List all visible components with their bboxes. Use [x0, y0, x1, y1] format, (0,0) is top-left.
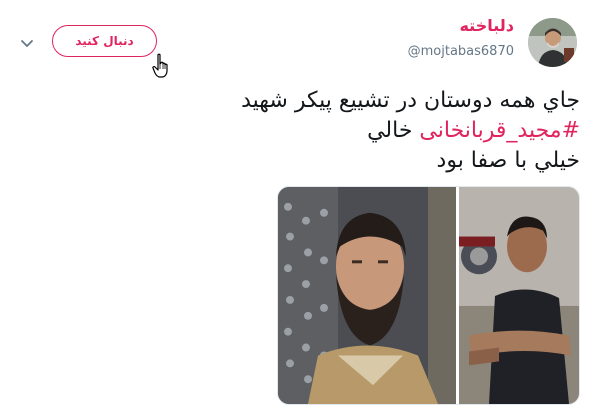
tweet-text: جاي همه دوستان در تشييع پيکر شهيد #مجيد_…: [60, 86, 580, 176]
tweet-line-2: #مجيد_قربانخانی خالي: [60, 116, 580, 146]
tweet-media[interactable]: [277, 186, 580, 405]
tweet-line-2-text: خالي: [367, 118, 420, 143]
avatar[interactable]: [528, 18, 577, 67]
media-photo-2[interactable]: [459, 187, 580, 404]
display-name[interactable]: دلباخته: [459, 16, 514, 35]
tweet-line-1: جاي همه دوستان در تشييع پيکر شهيد: [241, 88, 580, 113]
follow-button[interactable]: دنبال کنید: [52, 25, 157, 57]
hashtag-link[interactable]: #مجيد_قربانخانی: [419, 118, 580, 143]
follow-button-label: دنبال کنید: [75, 34, 134, 48]
hand-pointer-cursor-icon: [152, 53, 168, 78]
tweet-line-3: خيلي با صفا بود: [436, 148, 580, 173]
avatar-image: [528, 18, 577, 67]
chevron-down-icon[interactable]: [19, 36, 35, 52]
media-photo-1[interactable]: [278, 187, 456, 404]
username[interactable]: @mojtabas6870: [408, 44, 514, 59]
